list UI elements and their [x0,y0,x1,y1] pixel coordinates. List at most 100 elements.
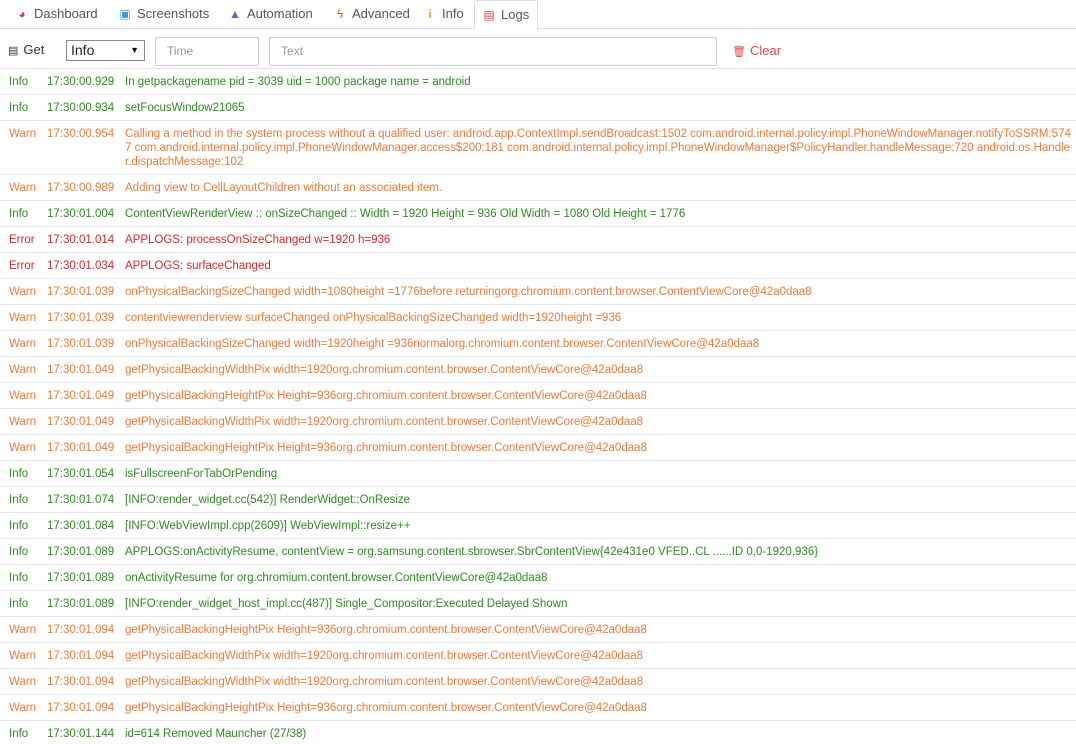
log-row: Warn 17:30:01.094 getPhysicalBackingWidthP… [0,643,1076,669]
tab-label: Logs [501,7,530,22]
log-level-select[interactable]: Info ▼ [66,40,145,61]
tab-advanced[interactable]: ϟ Advanced [332,0,418,29]
tab-bar: ◕ Dashboard ▣ Screenshots ▲ Automation ϟ Adv… [0,0,1076,30]
log-level: Info [9,520,29,532]
time-filter-input[interactable]: Time [155,37,259,66]
log-message: getPhysicalBackingWidthPix width=1920org… [125,650,644,662]
log-message: isFullscreenForTabOrPending [125,468,278,480]
log-toolbar: ▤ Get Info ▼ Time Text 🗑 Clear [0,29,1076,69]
info-icon: i [428,7,432,21]
get-button-label: Get [23,42,45,57]
log-row: Warn 17:30:00.989 Adding view to CellLayou… [0,175,1076,201]
log-message: getPhysicalBackingHeightPix Height=936or… [125,442,647,454]
log-row: Info 17:30:01.089 APPLOGS:onActivityResume… [0,539,1076,565]
tab-label: Dashboard [34,6,98,21]
log-message: setFocusWindow21065 [125,102,245,114]
log-timestamp: 17:30:01.049 [47,442,115,454]
tab-dashboard[interactable]: ◕ Dashboard [14,0,106,29]
log-row: Warn 17:30:01.094 getPhysicalBackingHeight… [0,617,1076,643]
log-message: Adding view to CellLayoutChildren withou… [125,182,443,194]
log-timestamp: 17:30:01.039 [47,338,115,350]
log-message: onPhysicalBackingSizeChanged width=1920h… [125,338,760,350]
tab-label: Automation [247,6,313,21]
log-timestamp: 17:30:01.049 [47,364,115,376]
log-row: Warn 17:30:01.094 getPhysicalBackingHeight… [0,695,1076,721]
log-level: Warn [9,650,37,662]
log-timestamp: 17:30:01.089 [47,572,115,584]
log-level: Warn [9,624,37,636]
log-message: [INFO:WebViewImpl.cpp(2609)] WebViewImpl… [125,520,411,532]
log-level: Warn [9,416,37,428]
log-level: Info [9,468,29,480]
log-level: Warn [9,286,37,298]
log-timestamp: 17:30:01.094 [47,676,115,688]
automation-icon: ▲ [229,7,241,21]
log-message: id=614 Removed Mauncher (27/38) [125,728,307,740]
log-message: getPhysicalBackingHeightPix Height=936or… [125,702,647,714]
bolt-icon: ϟ [336,7,344,21]
clear-button-label: Clear [749,43,782,58]
log-level-value: Info [71,42,95,58]
log-timestamp: 17:30:01.049 [47,416,115,428]
log-row: Info 17:30:01.144 id=614 Removed Mauncher … [0,721,1076,744]
tab-label: Screenshots [137,6,210,21]
tab-info[interactable]: i Info [422,0,472,29]
log-row: Info 17:30:01.074 [INFO:render_widget.cc(5… [0,487,1076,513]
log-timestamp: 17:30:00.989 [47,182,115,194]
log-message: getPhysicalBackingWidthPix width=1920org… [125,416,644,428]
log-message: [INFO:render_widget_host_impl.cc(487)] S… [125,598,568,610]
log-level: Info [9,494,29,506]
log-level: Info [9,546,29,558]
log-timestamp: 17:30:00.954 [47,128,115,140]
log-level: Info [9,728,29,740]
tab-logs[interactable]: ▤ Logs [474,0,539,30]
log-timestamp: 17:30:00.929 [47,76,115,88]
log-level: Warn [9,702,37,714]
log-row: Warn 17:30:01.039 onPhysicalBackingSizeCha… [0,331,1076,357]
list-icon: ▤ [8,45,19,57]
log-timestamp: 17:30:01.094 [47,650,115,662]
log-message: In getpackagename pid = 3039 uid = 1000 … [125,76,471,88]
log-message: getPhysicalBackingHeightPix Height=936or… [125,624,647,636]
log-level: Warn [9,128,37,140]
log-timestamp: 17:30:01.039 [47,312,115,324]
camera-icon: ▣ [119,7,131,21]
log-message: APPLOGS: processOnSizeChanged w=1920 h=9… [125,234,391,246]
clear-button[interactable]: 🗑 Clear [732,41,781,61]
log-row: Warn 17:30:01.039 contentviewrenderview su… [0,305,1076,331]
log-timestamp: 17:30:01.144 [47,728,115,740]
log-level: Warn [9,364,37,376]
log-row: Warn 17:30:01.049 getPhysicalBackingHeight… [0,383,1076,409]
log-timestamp: 17:30:01.034 [47,260,115,272]
log-level: Warn [9,182,37,194]
log-timestamp: 17:30:01.054 [47,468,115,480]
logs-icon: ▤ [483,8,495,22]
log-message: getPhysicalBackingWidthPix width=1920org… [125,364,644,376]
log-message: ContentViewRenderView :: onSizeChanged :… [125,208,686,220]
tab-automation[interactable]: ▲ Automation [227,0,321,29]
log-row: Warn 17:30:01.049 getPhysicalBackingWidthP… [0,357,1076,383]
log-level: Info [9,598,29,610]
log-list[interactable]: Info 17:30:00.929 In getpackagename pid = … [0,68,1076,744]
log-timestamp: 17:30:01.074 [47,494,115,506]
log-message: Calling a method in the system process w… [125,128,1071,168]
text-filter-input[interactable]: Text [269,37,717,66]
trash-icon: 🗑 [732,46,746,58]
log-timestamp: 17:30:01.084 [47,520,115,532]
log-message: onActivityResume for org.chromium.conten… [125,572,548,584]
log-row: Info 17:30:00.929 In getpackagename pid = … [0,69,1076,95]
tab-label: Info [442,6,464,21]
log-level: Warn [9,312,37,324]
tab-screenshots[interactable]: ▣ Screenshots [117,0,217,29]
log-row: Error 17:30:01.034 APPLOGS: surfaceChanged [0,253,1076,279]
caret-down-icon: ▼ [130,45,139,55]
log-level: Warn [9,390,37,402]
log-level: Error [9,260,35,272]
log-level: Info [9,76,29,88]
get-button[interactable]: ▤ Get [8,39,44,61]
log-timestamp: 17:30:01.094 [47,624,115,636]
log-row: Info 17:30:01.089 [INFO:render_widget_host… [0,591,1076,617]
log-message: [INFO:render_widget.cc(542)] RenderWidge… [125,494,411,506]
time-filter-placeholder: Time [167,44,194,58]
log-timestamp: 17:30:01.014 [47,234,115,246]
